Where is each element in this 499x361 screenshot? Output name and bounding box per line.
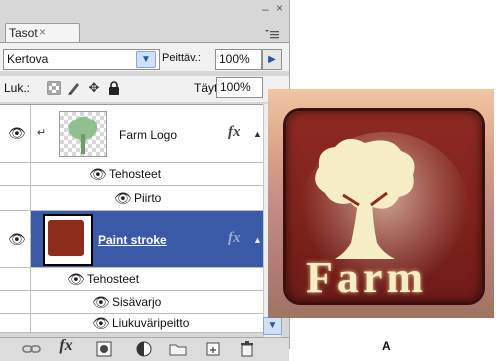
- panel-title-bar[interactable]: [0, 0, 289, 20]
- tab-layers-label: Tasot: [9, 26, 38, 40]
- eye-icon[interactable]: 👁: [114, 191, 132, 205]
- lock-transparency-icon[interactable]: [46, 80, 62, 96]
- tab-close-icon[interactable]: ×: [39, 25, 46, 39]
- adjustment-layer-icon[interactable]: [134, 341, 154, 357]
- clipping-arrow-icon: ↵: [37, 127, 47, 139]
- eye-icon[interactable]: 👁: [8, 232, 26, 246]
- visibility-cell[interactable]: [0, 268, 31, 290]
- close-button[interactable]: ×: [276, 1, 286, 15]
- farm-wordmark: Farm: [306, 253, 428, 302]
- lock-label: Luk.:: [4, 81, 31, 95]
- minimize-button[interactable]: –: [262, 2, 272, 16]
- effects-label: Tehosteet: [87, 272, 140, 286]
- effect-name: Sisävarjo: [112, 295, 162, 309]
- effect-name: Liukuväripeitto: [112, 316, 190, 330]
- opacity-slider-toggle-icon[interactable]: ▶: [262, 49, 282, 70]
- eye-icon[interactable]: 👁: [92, 316, 110, 330]
- figure-caption: A: [382, 339, 391, 353]
- fx-icon[interactable]: fx: [228, 230, 241, 247]
- layer-thumbnail[interactable]: [59, 111, 107, 157]
- effects-label: Tehosteet: [109, 167, 162, 181]
- tree-logo-icon: [295, 121, 435, 271]
- fx-icon[interactable]: fx: [228, 124, 241, 141]
- panel-menu-icon[interactable]: [262, 27, 280, 41]
- lock-all-icon[interactable]: [106, 80, 122, 96]
- lock-image-pixels-icon[interactable]: [66, 80, 82, 96]
- chevron-down-icon[interactable]: ▼: [136, 51, 156, 68]
- visibility-cell[interactable]: [0, 186, 31, 210]
- add-style-fx-icon[interactable]: fx: [56, 338, 76, 354]
- link-icon[interactable]: [22, 341, 42, 357]
- add-mask-icon[interactable]: [94, 341, 114, 357]
- visibility-cell[interactable]: [0, 314, 31, 332]
- effect-name: Piirto: [134, 191, 162, 205]
- eye-icon[interactable]: 👁: [67, 272, 85, 286]
- scroll-down-icon[interactable]: ▼: [263, 317, 282, 335]
- fill-value: 100%: [220, 80, 251, 94]
- layer-name[interactable]: Paint stroke: [98, 233, 167, 247]
- eye-icon[interactable]: 👁: [8, 126, 26, 140]
- lock-position-icon[interactable]: ✥: [86, 80, 102, 96]
- trash-icon[interactable]: [237, 341, 257, 357]
- expand-effects-icon[interactable]: ▲: [253, 129, 262, 139]
- blend-mode-value: Kertova: [7, 52, 49, 66]
- opacity-label: Peittäv.:: [162, 52, 201, 64]
- eye-icon[interactable]: 👁: [89, 167, 107, 181]
- visibility-cell[interactable]: [0, 163, 31, 185]
- expand-effects-icon[interactable]: ▲: [253, 235, 262, 245]
- new-layer-icon[interactable]: [203, 341, 223, 357]
- opacity-value: 100%: [219, 52, 250, 66]
- layer-name[interactable]: Farm Logo: [119, 128, 177, 142]
- eye-icon[interactable]: 👁: [92, 295, 110, 309]
- paint-stroke-thumbnail-fill: [48, 220, 84, 256]
- visibility-cell[interactable]: [0, 291, 31, 313]
- group-folder-icon[interactable]: [168, 341, 188, 357]
